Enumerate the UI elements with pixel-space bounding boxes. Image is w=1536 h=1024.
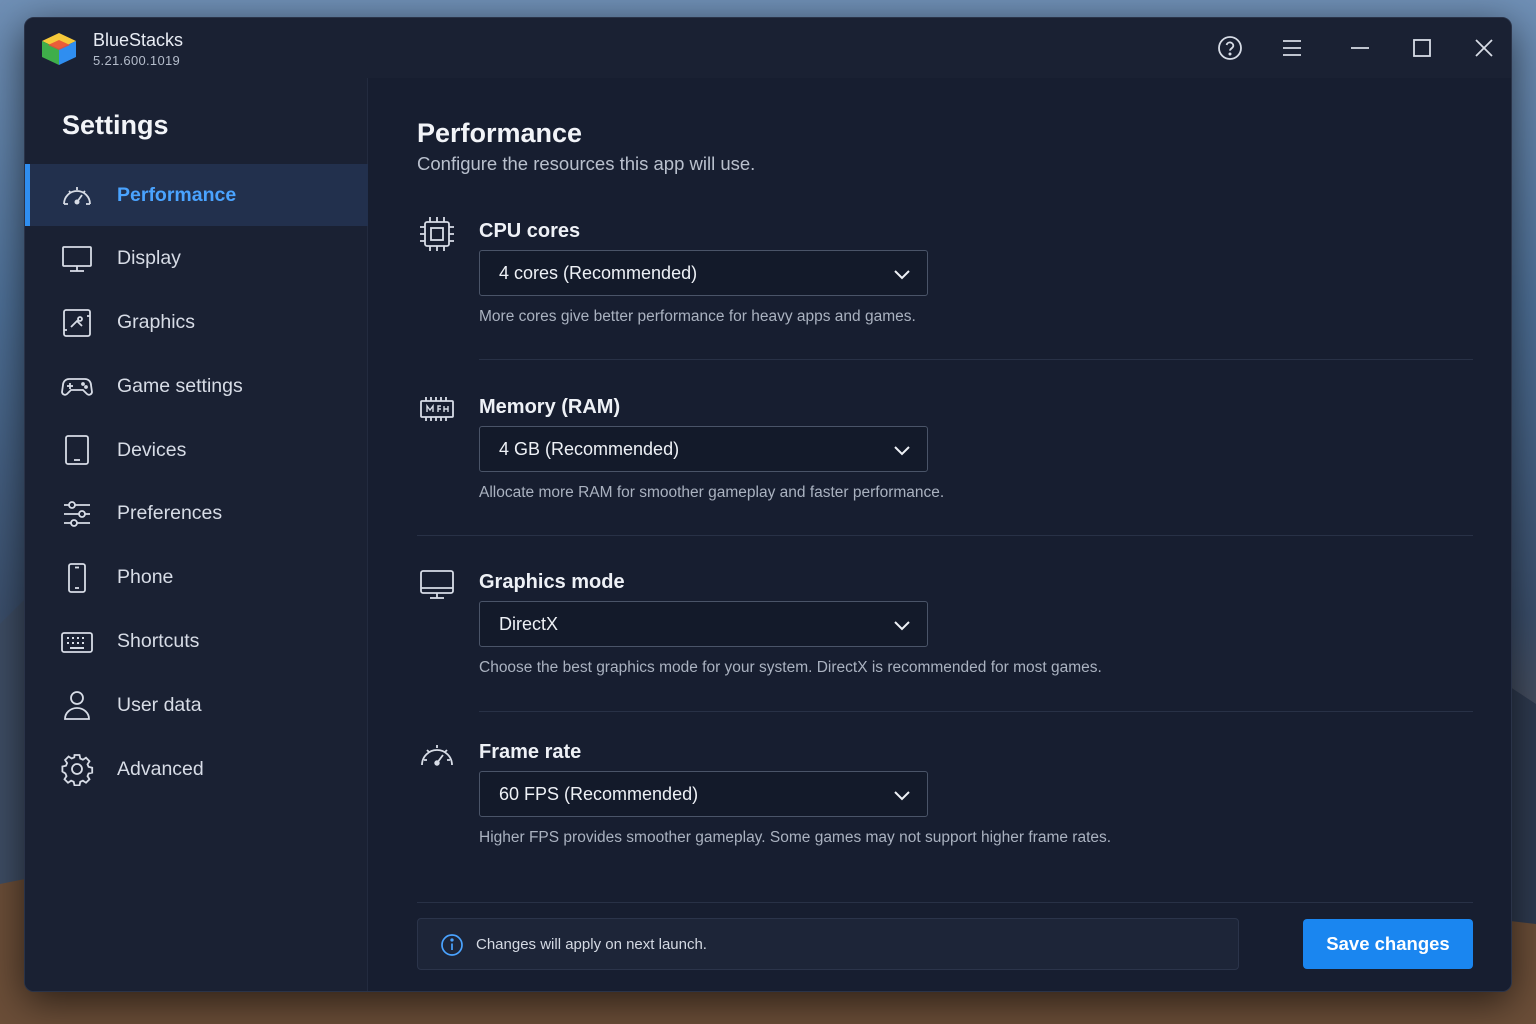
sidebar-item-preferences[interactable]: Preferences <box>25 483 368 545</box>
divider <box>479 711 1473 712</box>
monitor-icon <box>417 565 457 605</box>
help-icon <box>1218 36 1242 60</box>
sidebar-item-label: Game settings <box>117 374 243 397</box>
sidebar-item-performance[interactable]: Performance <box>25 164 368 226</box>
cpu-icon <box>417 214 457 254</box>
divider <box>479 359 1473 360</box>
cpu-cores-value: 4 cores (Recommended) <box>499 263 698 283</box>
sidebar-item-label: Graphics <box>117 311 196 334</box>
divider <box>417 902 1473 903</box>
sidebar-item-phone[interactable]: Phone <box>25 547 368 609</box>
user-icon <box>60 688 94 722</box>
sidebar-item-label: Devices <box>117 438 187 461</box>
graphics-mode-label: Graphics mode <box>479 571 625 593</box>
maximize-icon <box>1413 39 1431 57</box>
sidebar-item-advanced[interactable]: Advanced <box>25 738 368 800</box>
info-text: Changes will apply on next launch. <box>476 936 707 953</box>
sidebar-item-label: Shortcuts <box>117 630 200 653</box>
tablet-icon <box>60 433 94 467</box>
sidebar: Settings Performance Display Graphics Ga… <box>25 78 368 991</box>
close-icon <box>1475 39 1493 57</box>
graphics-mode-value: DirectX <box>499 614 559 634</box>
frame-rate-label: Frame rate <box>479 741 582 763</box>
page-subtitle: Configure the resources this app will us… <box>417 153 756 174</box>
sidebar-item-label: Phone <box>117 566 174 589</box>
page-title: Performance <box>417 118 583 148</box>
gauge-icon <box>60 178 94 212</box>
sidebar-item-devices[interactable]: Devices <box>25 419 368 481</box>
graphics-mode-help: Choose the best graphics mode for your s… <box>479 659 1102 676</box>
sidebar-item-label: User data <box>117 693 202 716</box>
app-title: BlueStacks <box>93 30 184 50</box>
cpu-cores-help: More cores give better performance for h… <box>479 308 916 325</box>
memory-label: Memory (RAM) <box>479 396 621 418</box>
sidebar-item-label: Advanced <box>117 757 204 780</box>
cpu-cores-label: CPU cores <box>479 220 581 242</box>
memory-help: Allocate more RAM for smoother gameplay … <box>479 484 945 501</box>
help-button[interactable] <box>1215 33 1245 63</box>
sidebar-item-graphics[interactable]: Graphics <box>25 292 368 354</box>
bluestacks-logo <box>42 33 76 65</box>
sidebar-item-label: Display <box>117 247 181 270</box>
memory-dropdown[interactable]: 4 GB (Recommended) <box>479 426 928 472</box>
gauge-icon <box>417 735 457 775</box>
chevron-down-icon <box>894 791 910 801</box>
save-changes-button[interactable]: Save changes <box>1303 919 1473 969</box>
gear-icon <box>60 752 94 787</box>
app-version: 5.21.600.1019 <box>93 53 181 68</box>
sidebar-item-user-data[interactable]: User data <box>25 674 368 736</box>
chevron-down-icon <box>894 621 910 631</box>
menu-icon <box>1283 40 1301 56</box>
info-banner: Changes will apply on next launch. <box>417 918 1239 970</box>
chevron-down-icon <box>894 446 910 456</box>
phone-icon <box>60 561 94 595</box>
chevron-down-icon <box>894 270 910 280</box>
sidebar-item-shortcuts[interactable]: Shortcuts <box>25 611 368 673</box>
cpu-cores-dropdown[interactable]: 4 cores (Recommended) <box>479 250 928 296</box>
graphics-mode-dropdown[interactable]: DirectX <box>479 601 928 647</box>
sidebar-item-label: Performance <box>117 183 237 206</box>
frame-rate-dropdown[interactable]: 60 FPS (Recommended) <box>479 771 928 817</box>
minimize-button[interactable] <box>1345 33 1375 63</box>
sidebar-item-label: Preferences <box>117 502 223 525</box>
titlebar[interactable]: BlueStacks 5.21.600.1019 <box>25 18 1511 78</box>
sidebar-title: Settings <box>62 110 169 140</box>
divider <box>417 535 1473 536</box>
frame-rate-help: Higher FPS provides smoother gameplay. S… <box>479 829 1112 846</box>
monitor-icon <box>60 242 94 276</box>
close-button[interactable] <box>1469 33 1499 63</box>
sidebar-item-game-settings[interactable]: Game settings <box>25 355 368 417</box>
maximize-button[interactable] <box>1407 33 1437 63</box>
sidebar-item-display[interactable]: Display <box>25 228 368 290</box>
minimize-icon <box>1351 47 1369 49</box>
info-icon <box>441 934 463 956</box>
gamepad-icon <box>60 369 94 403</box>
memory-value: 4 GB (Recommended) <box>499 439 680 459</box>
frame-rate-value: 60 FPS (Recommended) <box>499 784 699 804</box>
keyboard-icon <box>60 625 94 659</box>
main-panel: Performance Configure the resources this… <box>369 78 1511 991</box>
graphics-icon <box>60 306 94 340</box>
memory-icon <box>417 390 457 430</box>
app-window: BlueStacks 5.21.600.1019 Settings Perfor… <box>24 17 1512 992</box>
menu-button[interactable] <box>1277 33 1307 63</box>
sliders-icon <box>60 497 94 531</box>
sidebar-nav: Performance Display Graphics Game settin… <box>25 164 368 802</box>
